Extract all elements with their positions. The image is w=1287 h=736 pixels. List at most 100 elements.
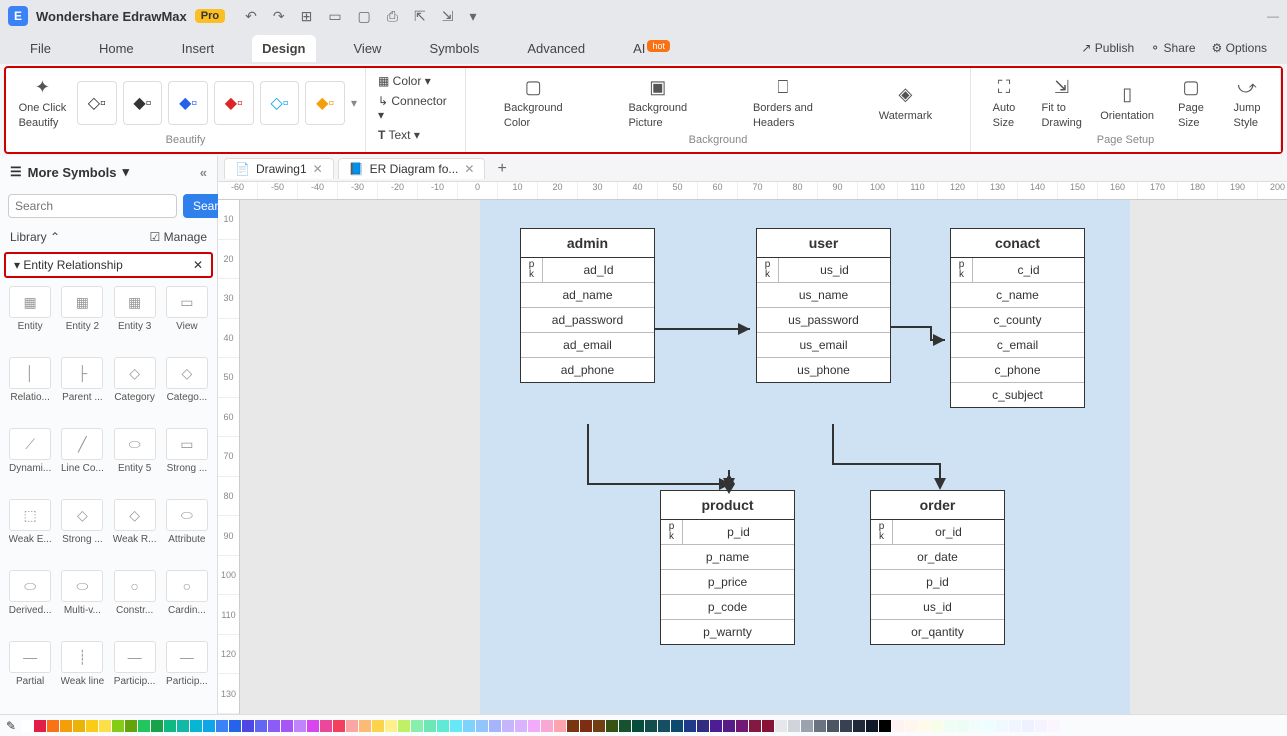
tab-drawing1[interactable]: 📄Drawing1✕ bbox=[224, 158, 334, 179]
color-swatch[interactable] bbox=[307, 720, 319, 732]
color-dropdown[interactable]: ▦ Color ▾ bbox=[374, 72, 457, 90]
more-icon[interactable]: ▾ bbox=[469, 8, 476, 25]
color-swatch[interactable] bbox=[372, 720, 384, 732]
close-tab-icon[interactable]: ✕ bbox=[313, 162, 323, 176]
color-swatch[interactable] bbox=[593, 720, 605, 732]
shape-item[interactable]: ┊Weak line bbox=[58, 641, 106, 708]
watermark-button[interactable]: ◈Watermark bbox=[871, 79, 940, 127]
import-icon[interactable]: ⇲ bbox=[442, 8, 454, 25]
color-swatch[interactable] bbox=[957, 720, 969, 732]
options-button[interactable]: ⚙ Options bbox=[1212, 41, 1267, 55]
color-swatch[interactable] bbox=[1009, 720, 1021, 732]
shape-item[interactable]: —Partial bbox=[6, 641, 54, 708]
color-swatch[interactable] bbox=[645, 720, 657, 732]
color-swatch[interactable] bbox=[723, 720, 735, 732]
color-swatch[interactable] bbox=[931, 720, 943, 732]
shape-item[interactable]: ▦Entity bbox=[6, 286, 54, 353]
eyedropper-icon[interactable]: ✎ bbox=[6, 719, 16, 733]
entity-conact[interactable]: conactpkc_idc_namec_countyc_emailc_phone… bbox=[950, 228, 1085, 408]
minimize-icon[interactable]: — bbox=[1267, 9, 1279, 23]
shape-item[interactable]: ├Parent ... bbox=[58, 357, 106, 424]
color-swatch[interactable] bbox=[944, 720, 956, 732]
color-swatch[interactable] bbox=[866, 720, 878, 732]
color-swatch[interactable] bbox=[671, 720, 683, 732]
color-swatch[interactable] bbox=[515, 720, 527, 732]
color-swatch[interactable] bbox=[840, 720, 852, 732]
menu-insert[interactable]: Insert bbox=[172, 35, 225, 62]
shape-item[interactable]: ◇Catego... bbox=[163, 357, 211, 424]
style-thumb-6[interactable]: ◆▫ bbox=[305, 81, 345, 125]
color-swatch[interactable] bbox=[424, 720, 436, 732]
connector-dropdown[interactable]: ↳ Connector ▾ bbox=[374, 92, 457, 124]
color-swatch[interactable] bbox=[476, 720, 488, 732]
color-swatch[interactable] bbox=[437, 720, 449, 732]
shape-item[interactable]: ⬚Weak E... bbox=[6, 499, 54, 566]
shape-item[interactable]: ⬭Entity 5 bbox=[111, 428, 159, 495]
color-swatch[interactable] bbox=[1022, 720, 1034, 732]
page-size-button[interactable]: ▢Page Size bbox=[1166, 72, 1216, 134]
redo-icon[interactable]: ↷ bbox=[273, 8, 285, 25]
menu-design[interactable]: Design bbox=[252, 35, 315, 62]
color-swatch[interactable] bbox=[73, 720, 85, 732]
category-entity-relationship[interactable]: ▾ Entity Relationship ✕ bbox=[4, 252, 213, 278]
color-swatch[interactable] bbox=[99, 720, 111, 732]
color-swatch[interactable] bbox=[892, 720, 904, 732]
color-swatch[interactable] bbox=[606, 720, 618, 732]
color-swatch[interactable] bbox=[125, 720, 137, 732]
more-symbols-label[interactable]: More Symbols bbox=[28, 165, 117, 180]
entity-order[interactable]: orderpkor_idor_datep_idus_idor_qantity bbox=[870, 490, 1005, 645]
shape-item[interactable]: ○Cardin... bbox=[163, 570, 211, 637]
color-swatch[interactable] bbox=[60, 720, 72, 732]
color-swatch[interactable] bbox=[736, 720, 748, 732]
color-swatch[interactable] bbox=[567, 720, 579, 732]
one-click-beautify-button[interactable]: ✦One Click Beautify bbox=[14, 72, 71, 134]
shape-item[interactable]: ▦Entity 3 bbox=[111, 286, 159, 353]
undo-icon[interactable]: ↶ bbox=[245, 8, 257, 25]
menu-view[interactable]: View bbox=[344, 35, 392, 62]
color-swatch[interactable] bbox=[1035, 720, 1047, 732]
style-thumb-4[interactable]: ◆▫ bbox=[214, 81, 254, 125]
menu-file[interactable]: File bbox=[20, 35, 61, 62]
chevron-down-icon[interactable]: ▾ bbox=[123, 164, 130, 180]
color-swatch[interactable] bbox=[398, 720, 410, 732]
color-swatch[interactable] bbox=[788, 720, 800, 732]
color-swatch[interactable] bbox=[996, 720, 1008, 732]
color-swatch[interactable] bbox=[151, 720, 163, 732]
style-thumb-1[interactable]: ◇▫ bbox=[77, 81, 117, 125]
shape-item[interactable]: —Particip... bbox=[111, 641, 159, 708]
shape-item[interactable]: │Relatio... bbox=[6, 357, 54, 424]
color-swatch[interactable] bbox=[268, 720, 280, 732]
text-dropdown[interactable]: T Text ▾ bbox=[374, 126, 457, 144]
print-icon[interactable]: ⎙ bbox=[387, 8, 398, 25]
menu-advanced[interactable]: Advanced bbox=[517, 35, 595, 62]
color-swatch[interactable] bbox=[47, 720, 59, 732]
shape-item[interactable]: —Particip... bbox=[163, 641, 211, 708]
borders-headers-button[interactable]: ⎕Borders and Headers bbox=[745, 72, 821, 134]
color-swatch[interactable] bbox=[697, 720, 709, 732]
menu-home[interactable]: Home bbox=[89, 35, 144, 62]
color-swatch[interactable] bbox=[801, 720, 813, 732]
search-input[interactable] bbox=[8, 194, 177, 218]
color-swatch[interactable] bbox=[112, 720, 124, 732]
color-swatch[interactable] bbox=[411, 720, 423, 732]
entity-admin[interactable]: adminpkad_Idad_namead_passwordad_emailad… bbox=[520, 228, 655, 383]
shape-item[interactable]: ◇Weak R... bbox=[111, 499, 159, 566]
fit-to-drawing-button[interactable]: ⇲Fit to Drawing bbox=[1035, 72, 1088, 134]
entity-user[interactable]: userpkus_idus_nameus_passwordus_emailus_… bbox=[756, 228, 891, 383]
color-swatch[interactable] bbox=[255, 720, 267, 732]
color-swatch[interactable] bbox=[775, 720, 787, 732]
color-swatch[interactable] bbox=[242, 720, 254, 732]
color-swatch[interactable] bbox=[632, 720, 644, 732]
style-thumb-3[interactable]: ◆▫ bbox=[168, 81, 208, 125]
shape-item[interactable]: ○Constr... bbox=[111, 570, 159, 637]
color-swatch[interactable] bbox=[294, 720, 306, 732]
shape-item[interactable]: ╱Line Co... bbox=[58, 428, 106, 495]
color-swatch[interactable] bbox=[905, 720, 917, 732]
add-tab-button[interactable]: + bbox=[489, 160, 514, 178]
color-swatch[interactable] bbox=[450, 720, 462, 732]
color-swatch[interactable] bbox=[463, 720, 475, 732]
style-thumb-5[interactable]: ◇▫ bbox=[260, 81, 300, 125]
close-tab-icon[interactable]: ✕ bbox=[464, 162, 474, 176]
color-swatch[interactable] bbox=[1048, 720, 1060, 732]
collapse-sidebar-icon[interactable]: « bbox=[200, 165, 207, 180]
